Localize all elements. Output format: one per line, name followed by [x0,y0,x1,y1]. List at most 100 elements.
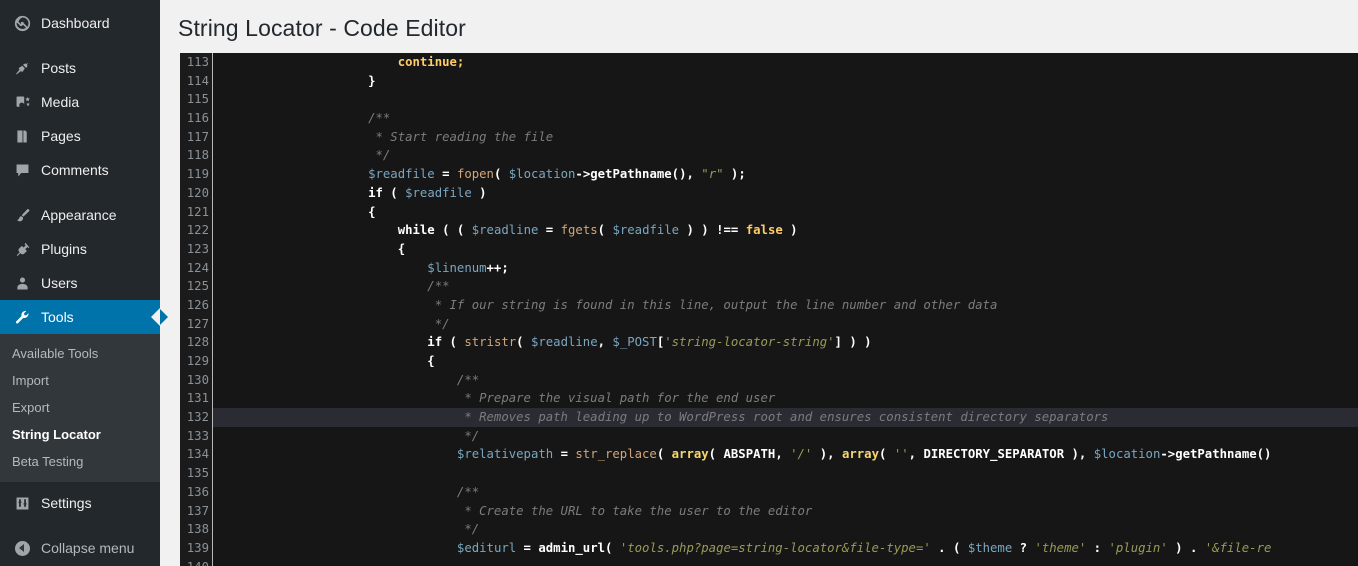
code-line[interactable] [213,464,1358,483]
code-token: /** [457,485,479,499]
code-line[interactable]: if ( stristr( $readline, $_POST['string-… [213,333,1358,352]
code-line-active[interactable]: * Removes path leading up to WordPress r… [213,408,1358,427]
sliders-icon [12,493,32,513]
comment-icon [12,160,32,180]
code-token: ), [1064,447,1094,461]
code-editor[interactable]: 1131141151161171181191201211221231241251… [180,53,1358,566]
code-token: = [538,223,560,237]
pages-icon [12,126,32,146]
code-token [220,504,464,518]
sidebar-item-appearance[interactable]: Appearance [0,198,160,232]
code-token [220,429,464,443]
line-number-gutter: 1131141151161171181191201211221231241251… [180,53,213,566]
code-line[interactable]: if ( $readfile ) [213,184,1358,203]
code-line[interactable]: /** [213,483,1358,502]
code-line[interactable]: while ( ( $readline = fgets( $readfile )… [213,221,1358,240]
code-token: ) . [1168,541,1205,555]
code-token: $readline [472,223,539,237]
code-content[interactable]: continue; } /** * Start reading the file… [213,53,1358,566]
code-line[interactable]: * Create the URL to take the user to the… [213,502,1358,521]
sidebar-item-plugins[interactable]: Plugins [0,232,160,266]
code-line[interactable]: } [213,72,1358,91]
code-line[interactable]: { [213,352,1358,371]
code-line[interactable]: $editurl = admin_url( 'tools.php?page=st… [213,539,1358,558]
sidebar-item-label: Media [41,95,79,109]
line-number: 123 [180,240,209,259]
code-token: ( [383,186,405,200]
code-token: /** [427,279,449,293]
code-line[interactable] [213,90,1358,109]
code-token: if [368,186,383,200]
code-line[interactable]: */ [213,427,1358,446]
code-token: $readfile [405,186,472,200]
code-line[interactable]: { [213,240,1358,259]
line-number: 140 [180,558,209,566]
code-line[interactable]: /** [213,277,1358,296]
code-token: ABSPATH [723,447,775,461]
submenu-item-export[interactable]: Export [0,394,160,421]
submenu-item-available-tools[interactable]: Available Tools [0,340,160,367]
code-line[interactable]: /** [213,371,1358,390]
code-line[interactable]: */ [213,315,1358,334]
sidebar-item-posts[interactable]: Posts [0,51,160,85]
submenu-item-string-locator[interactable]: String Locator [0,421,160,448]
code-token [220,130,375,144]
code-token: (), [672,167,702,181]
code-token [220,223,398,237]
code-token: 'tools.php?page=string-locator&file-type… [620,541,931,555]
sidebar-item-settings[interactable]: Settings [0,486,160,520]
line-number: 113 [180,53,209,72]
code-token: * Create the URL to take the user to the… [464,504,812,518]
sidebar-item-comments[interactable]: Comments [0,153,160,187]
sidebar-item-users[interactable]: Users [0,266,160,300]
sidebar-collapse-menu[interactable]: Collapse menu [0,531,160,565]
code-token: () [1257,447,1272,461]
sidebar-item-label: Dashboard [41,16,110,30]
sidebar-item-tools[interactable]: Tools [0,300,160,334]
code-line[interactable]: * If our string is found in this line, o… [213,296,1358,315]
wrench-icon [12,307,32,327]
code-token [220,541,457,555]
code-token [220,148,375,162]
code-token: 'plugin' [1109,541,1168,555]
code-token: */ [435,317,450,331]
code-token [220,485,457,499]
code-line[interactable]: $linenum++; [213,259,1358,278]
sidebar-item-pages[interactable]: Pages [0,119,160,153]
code-line[interactable]: /** [213,109,1358,128]
code-token [220,317,435,331]
code-line[interactable]: * Start reading the file [213,128,1358,147]
code-line[interactable]: { [213,203,1358,222]
line-number: 132 [180,408,209,427]
sidebar-item-label: Users [41,276,78,290]
code-token: . ( [931,541,968,555]
code-line[interactable]: * Prepare the visual path for the end us… [213,389,1358,408]
code-token: */ [375,148,390,162]
code-token: ( ( [435,223,472,237]
sidebar-item-dashboard[interactable]: Dashboard [0,6,160,40]
code-token: $relativepath [457,447,553,461]
line-number: 116 [180,109,209,128]
code-token: ( [442,335,464,349]
main-content: String Locator - Code Editor 11311411511… [160,0,1358,566]
code-token [220,354,427,368]
submenu-item-import[interactable]: Import [0,367,160,394]
code-token: array [672,447,709,461]
code-line[interactable]: $relativepath = str_replace( array( ABSP… [213,445,1358,464]
dashboard-icon [12,13,32,33]
sidebar-item-label: Pages [41,129,81,143]
code-token: while [398,223,435,237]
code-line[interactable]: */ [213,520,1358,539]
code-line[interactable]: continue; [213,53,1358,72]
code-line[interactable] [213,558,1358,566]
code-token: } [368,74,375,88]
line-number: 129 [180,352,209,371]
code-line[interactable]: $readfile = fopen( $location->getPathnam… [213,165,1358,184]
code-token: , [909,447,924,461]
code-token: $_POST [612,335,656,349]
submenu-item-beta-testing[interactable]: Beta Testing [0,448,160,475]
code-token: ) [472,186,487,200]
code-line[interactable]: */ [213,146,1358,165]
code-token: * Prepare the visual path for the end us… [464,391,775,405]
sidebar-item-media[interactable]: Media [0,85,160,119]
